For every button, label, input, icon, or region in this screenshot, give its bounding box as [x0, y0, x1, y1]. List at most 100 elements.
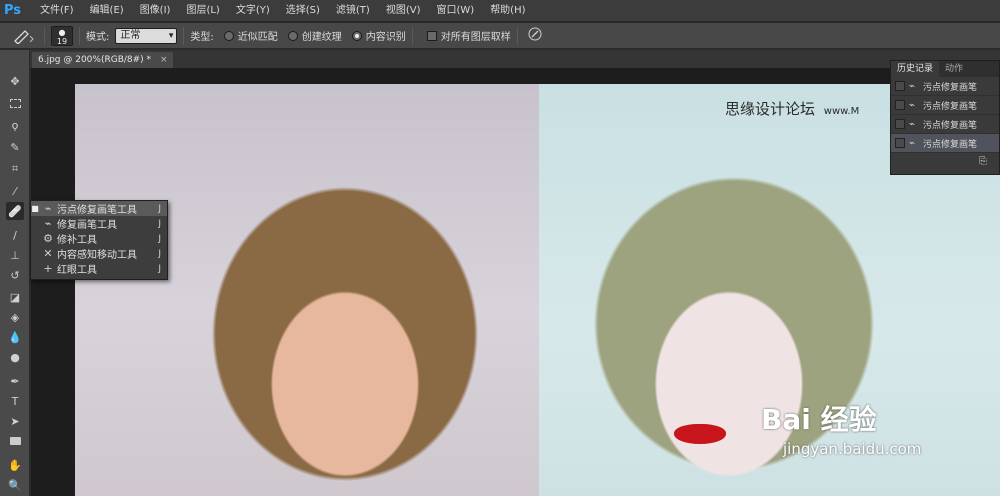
- tools-panel: ✥ ϙ ✎ ⌗ ⁄ 🩹 / ⊥ ↺ ◪ ◈ 💧 ● ✒ T ➤ ✋ 🔍: [0, 50, 30, 496]
- type-tool[interactable]: T: [6, 392, 24, 410]
- tab-history[interactable]: 历史记录: [891, 61, 940, 77]
- flyout-item-label: 修补工具: [57, 235, 97, 246]
- crop-icon: ⌗: [11, 162, 19, 175]
- menu-type[interactable]: 文字(Y): [228, 0, 278, 22]
- spot-healing-brush-icon: ⌁: [909, 80, 916, 92]
- patch-icon: ⚙: [43, 232, 53, 245]
- history-snapshot-checkbox[interactable]: [895, 81, 905, 91]
- lasso-tool[interactable]: ϙ: [6, 116, 24, 134]
- separator: [411, 26, 413, 45]
- zoom-tool[interactable]: 🔍: [6, 476, 24, 494]
- history-brush-icon: ↺: [10, 268, 20, 282]
- blur-tool[interactable]: 💧: [6, 328, 24, 346]
- pen-icon: ✒: [10, 374, 20, 388]
- red-eye-icon: +: [43, 262, 53, 275]
- brush-size-picker[interactable]: ● 19: [51, 25, 73, 46]
- history-row[interactable]: ⌁ 污点修复画笔: [891, 77, 999, 96]
- path-selection-tool[interactable]: ➤: [6, 412, 24, 430]
- forum-watermark-url: www.M: [823, 106, 860, 117]
- pressure-size-button[interactable]: [528, 27, 542, 44]
- separator: [79, 26, 80, 45]
- menu-select[interactable]: 选择(S): [278, 0, 328, 22]
- spot-healing-tool[interactable]: 🩹: [6, 202, 24, 220]
- eraser-tool[interactable]: ◪: [6, 288, 24, 306]
- history-row[interactable]: ⌁ 污点修复画笔: [891, 96, 999, 115]
- menu-file[interactable]: 文件(F): [32, 0, 82, 22]
- menu-window[interactable]: 窗口(W): [428, 0, 482, 22]
- menu-edit[interactable]: 编辑(E): [82, 0, 132, 22]
- menu-help[interactable]: 帮助(H): [482, 0, 533, 22]
- history-row-label: 污点修复画笔: [923, 120, 978, 131]
- flyout-item-shortcut: J: [158, 203, 161, 214]
- healing-tools-flyout: ■ ⌁ 污点修复画笔工具 J ⌁ 修复画笔工具 J ⚙ 修补工具 J ✕ 内容感…: [30, 200, 168, 280]
- radio-content-aware[interactable]: [351, 30, 362, 41]
- marquee-tool[interactable]: [6, 94, 24, 112]
- flyout-item-healing-brush[interactable]: ⌁ 修复画笔工具 J: [31, 216, 167, 231]
- flyout-item-shortcut: J: [158, 233, 161, 244]
- tab-actions[interactable]: 动作: [939, 61, 969, 77]
- flyout-item-red-eye[interactable]: + 红眼工具 J: [31, 261, 167, 276]
- history-row-current[interactable]: ⌁ 污点修复画笔: [891, 134, 999, 153]
- brush-tip-icon: ●: [58, 27, 66, 37]
- tool-preset-picker[interactable]: [8, 26, 38, 46]
- menu-image[interactable]: 图像(I): [132, 0, 179, 22]
- original-photo: [75, 84, 539, 496]
- options-bar: ● 19 模式: 正常 类型: 近似匹配 创建纹理 内容识别 对所有图层取样: [0, 23, 1000, 49]
- blur-drop-icon: 💧: [8, 330, 22, 344]
- menu-filter[interactable]: 滤镜(T): [328, 0, 378, 22]
- sample-all-layers-label: 对所有图层取样: [440, 32, 511, 43]
- pressure-pen-icon: [528, 27, 542, 41]
- radio-create-texture[interactable]: [287, 30, 298, 41]
- dodge-tool[interactable]: ●: [6, 348, 24, 366]
- document-tab-title: 6.jpg @ 200%(RGB/8#) *: [38, 55, 152, 65]
- flyout-item-shortcut: J: [158, 218, 161, 229]
- sample-all-layers-checkbox[interactable]: [426, 30, 437, 41]
- document-tab[interactable]: 6.jpg @ 200%(RGB/8#) * ×: [32, 52, 174, 68]
- flyout-item-shortcut: J: [158, 248, 161, 259]
- history-panel-tabs: 历史记录 动作: [891, 61, 999, 77]
- move-icon: ✥: [10, 74, 20, 88]
- pen-tool[interactable]: ✒: [6, 372, 24, 390]
- history-panel: 历史记录 动作 ⌁ 污点修复画笔 ⌁ 污点修复画笔 ⌁ 污点修复画笔 ⌁ 污点修…: [890, 60, 1000, 175]
- flyout-item-patch[interactable]: ⚙ 修补工具 J: [31, 231, 167, 246]
- clone-stamp-tool[interactable]: ⊥: [6, 246, 24, 264]
- radio-content-label: 内容识别: [365, 32, 406, 43]
- radio-proximity-match[interactable]: [223, 30, 234, 41]
- mode-select[interactable]: 正常: [115, 27, 178, 44]
- brush-icon: /: [13, 228, 17, 242]
- close-icon[interactable]: ×: [160, 55, 168, 65]
- history-snapshot-checkbox[interactable]: [895, 119, 905, 129]
- brush-tool[interactable]: /: [6, 226, 24, 244]
- separator: [516, 26, 518, 45]
- history-row-label: 污点修复画笔: [923, 82, 978, 93]
- paint-bucket-tool[interactable]: ◈: [6, 308, 24, 326]
- shape-tool[interactable]: [6, 432, 24, 450]
- paint-bucket-icon: ◈: [10, 310, 20, 324]
- crop-tool[interactable]: ⌗: [6, 160, 24, 178]
- menu-layer[interactable]: 图层(L): [178, 0, 227, 22]
- quick-selection-tool[interactable]: ✎: [6, 138, 24, 156]
- document-canvas[interactable]: 思缘设计论坛 www.M Bai 经验 jingyan.baidu.com: [31, 68, 1000, 496]
- history-brush-tool[interactable]: ↺: [6, 266, 24, 284]
- flyout-item-label: 内容感知移动工具: [57, 250, 137, 261]
- flyout-item-spot-healing-brush[interactable]: ■ ⌁ 污点修复画笔工具 J: [31, 201, 167, 216]
- history-snapshot-checkbox[interactable]: [895, 100, 905, 110]
- baidu-jingyan-url: jingyan.baidu.com: [783, 440, 922, 458]
- separator: [183, 26, 185, 45]
- flyout-item-content-aware-move[interactable]: ✕ 内容感知移动工具 J: [31, 246, 167, 261]
- eyedropper-tool[interactable]: ⁄: [6, 182, 24, 200]
- history-row-label: 污点修复画笔: [923, 101, 978, 112]
- flyout-item-label: 污点修复画笔工具: [57, 205, 137, 216]
- content-aware-move-icon: ✕: [43, 247, 53, 260]
- spot-healing-brush-icon: [14, 29, 34, 44]
- history-snapshot-checkbox[interactable]: [895, 138, 905, 148]
- hand-tool[interactable]: ✋: [6, 456, 24, 474]
- lasso-icon: ϙ: [11, 118, 19, 132]
- history-row[interactable]: ⌁ 污点修复画笔: [891, 115, 999, 134]
- create-snapshot-icon[interactable]: ⎘: [979, 156, 987, 167]
- rectangle-icon: [9, 437, 21, 445]
- menu-view[interactable]: 视图(V): [378, 0, 429, 22]
- spot-healing-brush-icon: ⌁: [909, 137, 916, 149]
- zoom-icon: 🔍: [8, 478, 22, 492]
- move-tool[interactable]: ✥: [6, 72, 24, 90]
